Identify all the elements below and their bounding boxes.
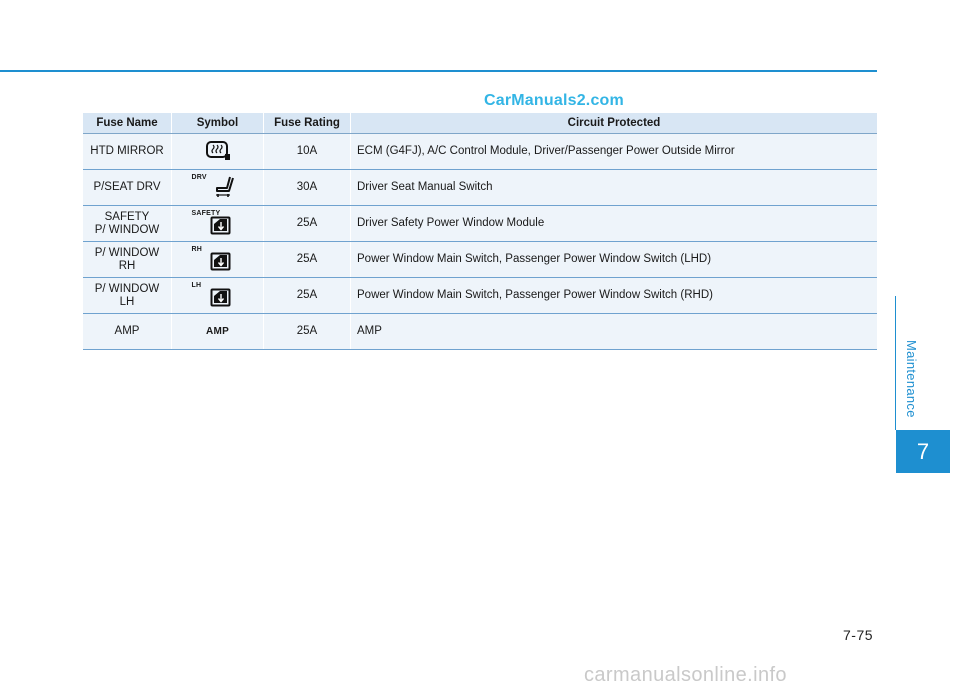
table-row: P/ WINDOW LH LH 25A Power Window Main Sw…: [83, 277, 877, 314]
power-window-icon: RH: [188, 243, 248, 273]
side-rule: [895, 296, 896, 430]
power-window-icon: SAFETY: [188, 207, 248, 237]
fuse-rating: 25A: [263, 313, 351, 350]
symbol-cell: SAFETY: [171, 205, 264, 242]
header-fuse-name: Fuse Name: [83, 113, 172, 134]
symbol-text: DRV: [191, 173, 207, 181]
watermark-bottom: carmanualsonline.info: [584, 664, 787, 686]
circuit-protected: Power Window Main Switch, Passenger Powe…: [350, 241, 877, 278]
symbol-cell: RH: [171, 241, 264, 278]
fuse-name: P/ WINDOW LH: [83, 277, 172, 314]
circuit-protected: Power Window Main Switch, Passenger Powe…: [350, 277, 877, 314]
page-number: 7-75: [843, 627, 874, 643]
fuse-rating: 10A: [263, 133, 351, 170]
heated-mirror-icon: [188, 135, 248, 165]
circuit-protected: AMP: [350, 313, 877, 350]
top-rule: [0, 70, 877, 72]
symbol-cell: [171, 133, 264, 170]
section-side-label: Maintenance: [904, 340, 919, 418]
table-row: SAFETY P/ WINDOW SAFETY 25A Driver Safet…: [83, 205, 877, 242]
fuse-name: HTD MIRROR: [83, 133, 172, 170]
header-fuse-rating: Fuse Rating: [263, 113, 351, 134]
fuse-rating: 25A: [263, 241, 351, 278]
circuit-protected: Driver Seat Manual Switch: [350, 169, 877, 206]
header-symbol: Symbol: [171, 113, 264, 134]
fuse-name: AMP: [83, 313, 172, 350]
circuit-protected: ECM (G4FJ), A/C Control Module, Driver/P…: [350, 133, 877, 170]
table-header-row: Fuse Name Symbol Fuse Rating Circuit Pro…: [83, 113, 877, 134]
chapter-tab: 7: [896, 430, 950, 473]
symbol-cell: DRV: [171, 169, 264, 206]
symbol-cell: LH: [171, 277, 264, 314]
circuit-protected: Driver Safety Power Window Module: [350, 205, 877, 242]
fuse-name: P/SEAT DRV: [83, 169, 172, 206]
symbol-text: LH: [191, 281, 202, 289]
fuse-rating: 25A: [263, 277, 351, 314]
fuse-name: SAFETY P/ WINDOW: [83, 205, 172, 242]
fuse-rating: 30A: [263, 169, 351, 206]
fuse-table: Fuse Name Symbol Fuse Rating Circuit Pro…: [83, 113, 877, 350]
amp-text-symbol: AMP: [205, 326, 230, 337]
table-row: AMP AMP 25A AMP: [83, 313, 877, 350]
header-circuit-protected: Circuit Protected: [350, 113, 877, 134]
power-window-icon: LH: [188, 279, 248, 309]
power-seat-icon: DRV: [188, 171, 248, 201]
table-row: HTD MIRROR 10A ECM (G4FJ), A/C Control M…: [83, 133, 877, 170]
fuse-rating: 25A: [263, 205, 351, 242]
table-row: P/SEAT DRV DRV 30A Driver Seat Manual Sw…: [83, 169, 877, 206]
fuse-name: P/ WINDOW RH: [83, 241, 172, 278]
watermark-top: CarManuals2.com: [484, 92, 624, 109]
table-row: P/ WINDOW RH RH 25A Power Window Main Sw…: [83, 241, 877, 278]
symbol-cell: AMP: [171, 313, 264, 350]
symbol-text: RH: [191, 245, 203, 253]
